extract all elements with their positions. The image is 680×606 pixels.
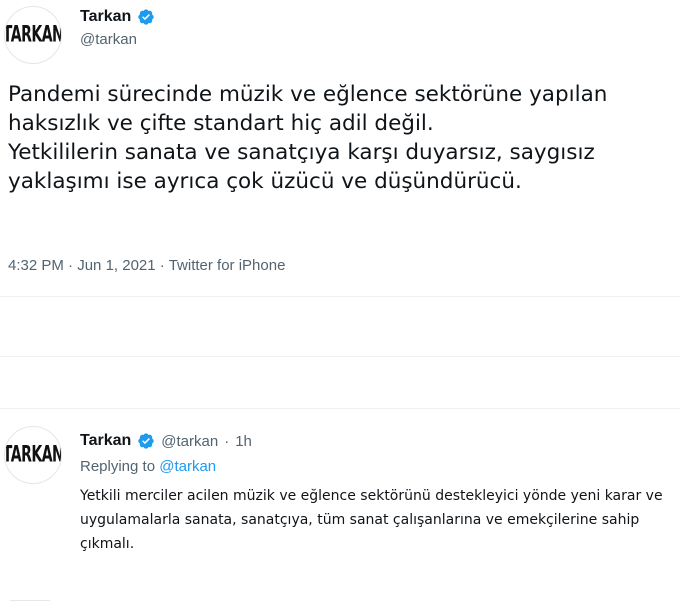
author-name[interactable]: Tarkan: [80, 8, 155, 26]
tweet-time[interactable]: 4:32 PM: [8, 257, 64, 274]
reply-meta-dot: ·: [224, 432, 230, 450]
reply-author-name[interactable]: Tarkan: [80, 432, 155, 450]
reply-author-name-text: Tarkan: [80, 432, 132, 449]
reply-header: Tarkan @tarkan · 1h: [80, 432, 252, 450]
divider: [0, 408, 680, 409]
avatar[interactable]: TARKAN: [4, 6, 62, 64]
meta-separator: ·: [155, 257, 169, 274]
reply-time-ago[interactable]: 1h: [235, 433, 252, 450]
replying-to: Replying to @tarkan: [80, 458, 216, 475]
reply-author-handle[interactable]: @tarkan: [161, 433, 218, 450]
avatar-logo: TARKAN: [4, 442, 62, 468]
tweet-source[interactable]: Twitter for iPhone: [169, 257, 286, 274]
reply-text: Yetkili merciler acilen müzik ve eğlence…: [80, 488, 663, 552]
divider: [0, 356, 680, 357]
verified-badge-icon: [138, 433, 154, 449]
tweet-text: Pandemi sürecinde müzik ve eğlence sektö…: [8, 82, 608, 194]
meta-separator: ·: [63, 257, 78, 274]
author-name-text: Tarkan: [80, 8, 132, 25]
divider: [0, 296, 680, 297]
verified-badge-icon: [138, 9, 154, 25]
tweet-date[interactable]: Jun 1, 2021: [77, 257, 155, 274]
divider: [10, 600, 50, 601]
reply-avatar[interactable]: TARKAN: [4, 426, 62, 484]
tweet-meta: 4:32 PM · Jun 1, 2021 · Twitter for iPho…: [8, 257, 285, 274]
avatar-logo: TARKAN: [4, 22, 62, 48]
replying-prefix: Replying to: [80, 458, 156, 475]
main-tweet: TARKAN Tarkan @tarkan Pandemi sürecinde …: [0, 0, 680, 330]
reply-tweet[interactable]: Tarkan @tarkan · 1h Replying to @tarkan …: [0, 410, 680, 606]
author-handle[interactable]: @tarkan: [80, 31, 155, 48]
author-block: Tarkan @tarkan: [80, 8, 155, 48]
replying-to-link[interactable]: @tarkan: [159, 458, 216, 475]
